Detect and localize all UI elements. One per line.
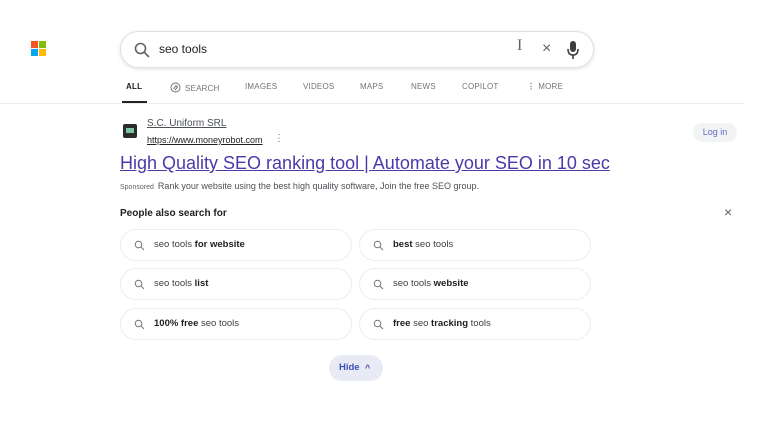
search-icon (373, 319, 384, 330)
search-box[interactable]: seo tools I × (120, 31, 594, 68)
close-icon[interactable]: × (724, 204, 732, 220)
logo-square-yellow (39, 49, 46, 56)
hide-button[interactable]: Hide ^ (329, 355, 383, 381)
chip-text: seo tools for website (154, 239, 245, 250)
microphone-icon[interactable] (566, 40, 580, 60)
search-icon (134, 240, 145, 251)
tab-images[interactable]: IMAGES (245, 82, 277, 91)
chip-text: best seo tools (393, 239, 454, 250)
tab-search[interactable]: SEARCH (170, 82, 220, 93)
tab-videos[interactable]: VIDEOS (303, 82, 334, 91)
search-icon (373, 279, 384, 290)
tab-copilot[interactable]: COPILOT (462, 82, 499, 91)
more-options-icon[interactable]: ⋮ (274, 133, 284, 144)
tab-more-label: MORE (538, 82, 564, 91)
tab-search-label: SEARCH (185, 84, 220, 93)
ad-url[interactable]: https://www.moneyrobot.com (147, 135, 263, 145)
related-search-chip[interactable]: best seo tools (359, 229, 591, 261)
related-search-chip[interactable]: 100% free seo tools (120, 308, 352, 340)
chip-text: 100% free seo tools (154, 318, 240, 329)
tab-news[interactable]: NEWS (411, 82, 436, 91)
chip-text: seo tools website (393, 278, 469, 289)
ad-title-link[interactable]: High Quality SEO ranking tool | Automate… (120, 153, 610, 174)
text-cursor-icon: I (517, 37, 523, 54)
chip-text: seo tools list (154, 278, 209, 289)
kebab-icon: ⋮ (527, 82, 536, 91)
copilot-icon (170, 82, 181, 93)
ad-description: Sponsored Rank your website using the bes… (120, 181, 479, 191)
hide-label: Hide (339, 362, 360, 373)
search-icon (373, 240, 384, 251)
related-search-chip[interactable]: seo tools for website (120, 229, 352, 261)
search-icon (134, 279, 145, 290)
search-icon (134, 319, 145, 330)
related-search-chip[interactable]: free seo tracking tools (359, 308, 591, 340)
people-also-search-title: People also search for (120, 208, 227, 219)
site-favicon-icon (123, 124, 137, 138)
tab-more[interactable]: ⋮ MORE (527, 82, 563, 91)
logo-square-green (39, 41, 46, 48)
related-search-chip[interactable]: seo tools website (359, 268, 591, 300)
logo-square-red (31, 41, 38, 48)
search-input[interactable]: seo tools (159, 42, 207, 56)
chevron-up-icon: ^ (365, 363, 371, 373)
logo-square-blue (31, 49, 38, 56)
tab-all[interactable]: ALL (126, 82, 142, 91)
chip-text: free seo tracking tools (393, 318, 491, 329)
sponsored-label: Sponsored (120, 184, 154, 191)
ad-description-text: Rank your website using the best high qu… (157, 181, 480, 191)
tab-maps[interactable]: MAPS (360, 82, 383, 91)
ad-company-name[interactable]: S.C. Uniform SRL (147, 118, 226, 129)
microsoft-logo-icon[interactable] (31, 41, 46, 56)
related-search-chip[interactable]: seo tools list (120, 268, 352, 300)
header-divider (0, 103, 745, 104)
login-button[interactable]: Log in (693, 123, 737, 142)
search-icon (134, 42, 150, 58)
clear-search-button[interactable]: × (542, 39, 551, 59)
